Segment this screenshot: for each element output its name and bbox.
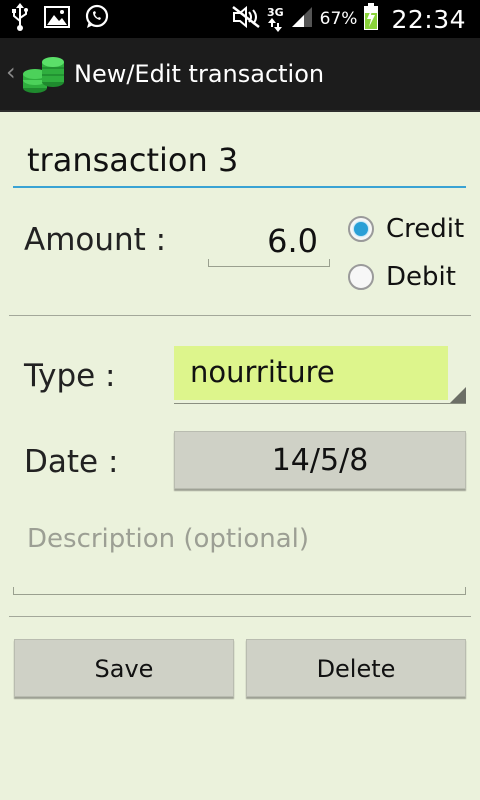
action-bar-title: New/Edit transaction xyxy=(74,60,325,88)
status-bar: 3G 67% 22:34 xyxy=(0,0,480,38)
credit-radio-option[interactable]: Credit xyxy=(340,208,470,252)
dropdown-triangle-icon xyxy=(450,387,466,403)
transaction-name-value: transaction 3 xyxy=(27,141,239,179)
credit-radio-label: Credit xyxy=(386,214,465,244)
save-button[interactable]: Save xyxy=(14,639,234,697)
image-icon xyxy=(44,6,70,32)
type-spinner-value: nourriture xyxy=(190,355,335,389)
battery-charging-icon xyxy=(363,3,379,35)
type-label: Type : xyxy=(24,358,116,394)
amount-value: 6.0 xyxy=(267,222,318,260)
delete-button[interactable]: Delete xyxy=(246,639,466,697)
date-picker-button[interactable]: 14/5/8 xyxy=(174,431,466,489)
whatsapp-icon xyxy=(84,4,110,34)
description-placeholder: Description (optional) xyxy=(27,524,310,554)
debit-radio-label: Debit xyxy=(386,262,456,292)
screen: 3G 67% 22:34 ‹ New/Edit transaction tran… xyxy=(0,0,480,800)
battery-percent: 67% xyxy=(319,9,358,29)
network-3g-icon: 3G xyxy=(267,7,284,32)
type-spinner-underline xyxy=(174,403,466,404)
action-bar: ‹ New/Edit transaction xyxy=(0,38,480,112)
status-bar-system: 3G 67% 22:34 xyxy=(231,0,466,38)
network-type-label: 3G xyxy=(266,5,284,19)
type-spinner[interactable]: nourriture xyxy=(174,346,466,404)
amount-input[interactable]: 6.0 xyxy=(208,218,330,267)
credit-radio[interactable] xyxy=(348,216,374,242)
status-bar-notifications xyxy=(10,3,110,35)
debit-radio-option[interactable]: Debit xyxy=(340,256,470,300)
chevron-left-icon: ‹ xyxy=(6,58,16,86)
divider xyxy=(9,616,471,617)
date-label: Date : xyxy=(24,444,119,480)
coins-icon xyxy=(20,50,66,96)
usb-icon xyxy=(10,3,30,35)
description-input[interactable]: Description (optional) xyxy=(13,520,466,595)
debit-radio[interactable] xyxy=(348,264,374,290)
signal-icon xyxy=(290,5,314,33)
transaction-name-input[interactable]: transaction 3 xyxy=(13,136,466,188)
up-navigation[interactable]: ‹ xyxy=(0,38,70,110)
mute-icon xyxy=(231,5,261,33)
amount-label: Amount : xyxy=(24,222,167,258)
divider xyxy=(9,315,471,316)
clock: 22:34 xyxy=(391,4,466,34)
